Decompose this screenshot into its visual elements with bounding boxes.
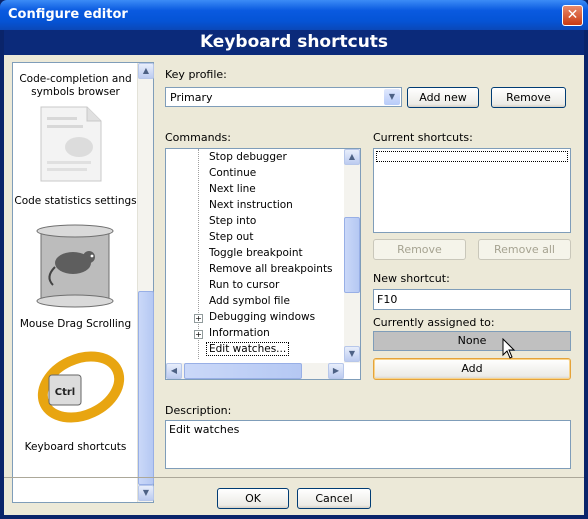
assigned-label: Currently assigned to: [373, 316, 495, 329]
sidebar-item-code-completion[interactable]: Code-completion and symbols browser [13, 73, 138, 99]
scroll-thumb[interactable] [344, 217, 360, 293]
tree-item[interactable]: Continue [209, 167, 256, 179]
tree-item[interactable]: Step out [209, 231, 253, 243]
tree-item-selected[interactable]: Edit watches... [205, 342, 290, 356]
key-profile-select[interactable]: Primary ▼ [165, 87, 402, 107]
sidebar-item-mouse-drag-scrolling[interactable]: Mouse Drag Scrolling [13, 318, 138, 331]
settings-category-list[interactable]: Code-completion and symbols browser Code… [12, 62, 154, 503]
ctrl-key-label: Ctrl [55, 387, 75, 398]
key-profile-value: Primary [170, 91, 213, 104]
tree-item[interactable]: Step into [209, 215, 256, 227]
footer-divider [4, 477, 584, 478]
scroll-down-icon[interactable]: ▼ [344, 346, 360, 362]
close-button[interactable]: ✕ [562, 5, 583, 26]
tree-item[interactable]: Add symbol file [209, 295, 290, 307]
sidebar-scrollbar[interactable]: ▲ ▼ [137, 63, 154, 502]
scroll-up-icon[interactable]: ▲ [344, 149, 360, 165]
new-shortcut-label: New shortcut: [373, 272, 450, 285]
code-statistics-icon [35, 105, 105, 183]
key-profile-label: Key profile: [165, 68, 227, 81]
remove-shortcut-button[interactable]: Remove [373, 239, 466, 260]
scroll-thumb[interactable] [138, 291, 154, 485]
assigned-value: None [373, 331, 571, 351]
tree-item[interactable]: Toggle breakpoint [209, 247, 303, 259]
remove-all-shortcuts-button[interactable]: Remove all [478, 239, 571, 260]
scroll-thumb[interactable] [184, 363, 302, 379]
title-bar[interactable]: Configure editor ✕ [0, 0, 588, 30]
tree-item[interactable]: Debugging windows [209, 311, 315, 323]
description-field: Edit watches [165, 420, 571, 469]
sidebar-item-label: Code-completion and symbols browser [19, 73, 132, 98]
add-shortcut-button[interactable]: Add [373, 358, 571, 380]
description-value: Edit watches [169, 423, 240, 436]
configure-editor-window: Configure editor ✕ Keyboard shortcuts Co… [0, 0, 588, 519]
scroll-down-icon[interactable]: ▼ [138, 485, 154, 501]
description-label: Description: [165, 404, 232, 417]
sidebar-item-label: Mouse Drag Scrolling [19, 318, 132, 330]
expand-icon[interactable]: + [194, 314, 203, 323]
tree-item[interactable]: Run to cursor [209, 279, 279, 291]
tree-item[interactable]: Information [209, 327, 270, 339]
current-shortcuts-label: Current shortcuts: [373, 131, 473, 144]
commands-hscrollbar[interactable]: ◀ ▶ [166, 363, 344, 379]
new-shortcut-value: F10 [377, 293, 398, 306]
remove-profile-button[interactable]: Remove [491, 87, 566, 108]
dialog-client: Keyboard shortcuts Code-completion and s… [4, 30, 584, 515]
chevron-down-icon[interactable]: ▼ [384, 89, 400, 105]
cancel-button[interactable]: Cancel [297, 488, 371, 509]
expand-icon[interactable]: + [194, 330, 203, 339]
tree-item[interactable]: Next line [209, 183, 256, 195]
page-title: Keyboard shortcuts [4, 30, 584, 55]
current-shortcuts-list[interactable] [373, 148, 571, 233]
commands-label: Commands: [165, 131, 231, 144]
tree-item[interactable]: Next instruction [209, 199, 293, 211]
window-title: Configure editor [8, 7, 128, 22]
scroll-right-icon[interactable]: ▶ [328, 363, 344, 379]
list-focus-row[interactable] [376, 151, 568, 162]
tree-item[interactable]: Stop debugger [209, 151, 287, 163]
sidebar-item-label: Code statistics settings [14, 195, 137, 207]
add-new-profile-button[interactable]: Add new [407, 87, 479, 108]
sidebar-item-code-statistics[interactable]: Code statistics settings [13, 195, 138, 208]
scroll-up-icon[interactable]: ▲ [138, 63, 154, 79]
mouse-cursor-icon [502, 337, 516, 363]
sidebar-item-keyboard-shortcuts[interactable]: Keyboard shortcuts [13, 441, 138, 454]
keyboard-ring-icon: Ctrl [29, 347, 127, 435]
commands-vscrollbar[interactable]: ▲ ▼ [344, 149, 360, 363]
ok-button[interactable]: OK [217, 488, 289, 509]
tree-item[interactable]: Remove all breakpoints [209, 263, 333, 275]
scroll-left-icon[interactable]: ◀ [166, 363, 182, 379]
commands-tree[interactable]: Stop debugger Continue Next line Next in… [165, 148, 361, 380]
tree-guide-line [198, 149, 199, 359]
new-shortcut-field[interactable]: F10 [373, 289, 571, 310]
sidebar-item-label: Keyboard shortcuts [24, 441, 127, 453]
mouse-scroll-icon [33, 223, 117, 309]
